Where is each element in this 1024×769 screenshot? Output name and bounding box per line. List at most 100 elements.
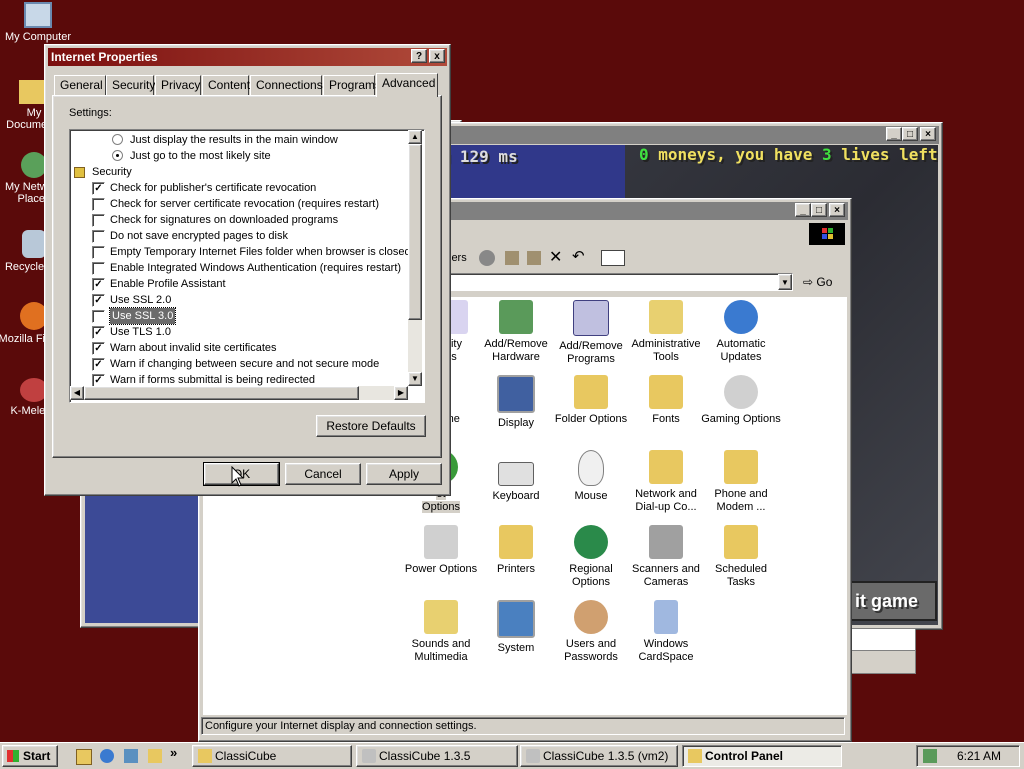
horizontal-scrollbar[interactable]: ◀ ▶: [70, 386, 408, 400]
scroll-right-button[interactable]: ▶: [394, 386, 408, 400]
undo-icon[interactable]: ↶: [572, 247, 585, 265]
close-button[interactable]: ×: [920, 127, 936, 141]
restore-defaults-button[interactable]: Restore Defaults: [316, 415, 426, 437]
cp-item-scanners-cameras[interactable]: Scanners and Cameras: [625, 525, 707, 589]
tab-privacy[interactable]: Privacy: [155, 75, 201, 95]
tab-general[interactable]: General: [54, 75, 106, 95]
scroll-left-button[interactable]: ◀: [70, 386, 84, 400]
quit-game-button[interactable]: it game: [845, 581, 937, 621]
cp-item-mouse[interactable]: Mouse: [550, 450, 632, 503]
go-button[interactable]: ⇨ Go: [803, 273, 843, 291]
cp-item-keyboard[interactable]: Keyboard: [475, 450, 557, 503]
checkbox[interactable]: ✓: [92, 326, 105, 339]
windows-media-icon[interactable]: [148, 749, 162, 763]
cp-item-network[interactable]: Network and Dial-up Co...: [625, 450, 707, 514]
internet-properties-dialog[interactable]: Internet Properties ? x General Security…: [44, 44, 451, 496]
copy-to-icon[interactable]: [527, 251, 541, 265]
address-input[interactable]: ▼: [449, 273, 793, 291]
cp-item-fonts[interactable]: Fonts: [625, 375, 707, 426]
task-classicube[interactable]: ClassiCube: [192, 745, 352, 767]
cp-item-gaming-options[interactable]: Gaming Options: [700, 375, 782, 426]
clock[interactable]: 6:21 AM: [957, 749, 1001, 763]
settings-row[interactable]: ✓ Use TLS 1.0: [72, 324, 408, 340]
radio-button[interactable]: [112, 150, 123, 161]
cp-item-add-remove-programs[interactable]: Add/Remove Programs: [550, 300, 632, 366]
close-button[interactable]: ×: [829, 203, 845, 217]
settings-row[interactable]: ✓ Check for publisher's certificate revoc…: [72, 180, 408, 196]
settings-row[interactable]: Do not save encrypted pages to disk: [72, 228, 408, 244]
apply-button[interactable]: Apply: [366, 463, 442, 485]
delete-icon[interactable]: ✕: [549, 247, 562, 267]
network-tray-icon[interactable]: [923, 749, 937, 763]
settings-row[interactable]: ✓ Warn if changing between secure and not…: [72, 356, 408, 372]
tab-security[interactable]: Security: [106, 75, 155, 95]
tab-connections[interactable]: Connections: [250, 75, 323, 95]
game-resize-grip[interactable]: [848, 650, 916, 674]
task-classicube-135[interactable]: ClassiCube 1.3.5: [356, 745, 518, 767]
cp-item-regional-options[interactable]: Regional Options: [550, 525, 632, 589]
checkbox[interactable]: ✓: [92, 294, 105, 307]
checkbox[interactable]: ✓: [92, 374, 105, 386]
cp-item-power-options[interactable]: Power Options: [400, 525, 482, 576]
cp-item-phone-modem[interactable]: Phone and Modem ...: [700, 450, 782, 514]
close-button[interactable]: x: [429, 49, 445, 63]
task-classicube-vm2[interactable]: ClassiCube 1.3.5 (vm2): [520, 745, 678, 767]
cp-item-windows-cardspace[interactable]: Windows CardSpace: [625, 600, 707, 664]
quick-launch-chevron[interactable]: »: [170, 745, 177, 760]
radio-button[interactable]: [112, 134, 123, 145]
checkbox[interactable]: ✓: [92, 182, 105, 195]
settings-row[interactable]: Use SSL 3.0: [72, 307, 408, 325]
checkbox[interactable]: [92, 230, 105, 243]
vertical-scrollbar[interactable]: ▲ ▼: [408, 130, 422, 386]
settings-row[interactable]: ✓ Enable Profile Assistant: [72, 276, 408, 292]
checkbox[interactable]: ✓: [92, 358, 105, 371]
tab-advanced[interactable]: Advanced: [376, 73, 438, 97]
minimize-button[interactable]: _: [886, 127, 902, 141]
help-button[interactable]: ?: [411, 49, 427, 63]
checkbox[interactable]: [92, 214, 105, 227]
scroll-hthumb[interactable]: [84, 386, 359, 400]
game-input-bar[interactable]: [848, 628, 916, 652]
scroll-up-button[interactable]: ▲: [408, 130, 422, 144]
move-to-icon[interactable]: [505, 251, 519, 265]
settings-row[interactable]: ✓ Warn about invalid site certificates: [72, 340, 408, 356]
cp-item-automatic-updates[interactable]: Automatic Updates: [700, 300, 782, 364]
cp-item-printers[interactable]: Printers: [475, 525, 557, 576]
desktop-icon-my-computer[interactable]: My Computer: [2, 2, 74, 43]
settings-row[interactable]: Just go to the most likely site: [72, 148, 408, 164]
cp-item-administrative-tools[interactable]: Administrative Tools: [625, 300, 707, 364]
dialog-titlebar[interactable]: Internet Properties: [48, 48, 447, 66]
scroll-down-button[interactable]: ▼: [408, 372, 422, 386]
settings-row[interactable]: Just display the results in the main win…: [72, 132, 408, 148]
cp-item-display[interactable]: Display: [475, 375, 557, 430]
cancel-button[interactable]: Cancel: [285, 463, 361, 485]
minimize-button[interactable]: _: [795, 203, 811, 217]
maximize-button[interactable]: □: [902, 127, 918, 141]
checkbox[interactable]: [92, 198, 105, 211]
cp-item-add-remove-hardware[interactable]: Add/Remove Hardware: [475, 300, 557, 364]
tab-content[interactable]: Content: [202, 75, 250, 95]
settings-row[interactable]: Empty Temporary Internet Files folder wh…: [72, 244, 408, 260]
settings-row[interactable]: Check for signatures on downloaded progr…: [72, 212, 408, 228]
cp-item-sounds-multimedia[interactable]: Sounds and Multimedia: [400, 600, 482, 664]
start-button[interactable]: Start: [2, 745, 58, 767]
settings-row[interactable]: Enable Integrated Windows Authentication…: [72, 260, 408, 276]
settings-row[interactable]: ✓ Warn if forms submittal is being redire…: [72, 372, 408, 386]
tab-programs[interactable]: Programs: [323, 75, 381, 95]
checkbox[interactable]: [92, 310, 105, 323]
checkbox[interactable]: [92, 246, 105, 259]
settings-row[interactable]: Check for server certificate revocation …: [72, 196, 408, 212]
outlook-express-icon[interactable]: [124, 749, 138, 763]
settings-row[interactable]: ✓ Use SSL 2.0: [72, 292, 408, 308]
cp-item-scheduled-tasks[interactable]: Scheduled Tasks: [700, 525, 782, 589]
views-icon[interactable]: [601, 250, 625, 266]
checkbox[interactable]: [92, 262, 105, 275]
scroll-thumb[interactable]: [408, 144, 422, 320]
settings-list[interactable]: Just display the results in the main win…: [69, 129, 425, 403]
toolbar-folders-label[interactable]: lers: [449, 252, 467, 264]
checkbox[interactable]: ✓: [92, 342, 105, 355]
internet-explorer-icon[interactable]: [100, 749, 114, 763]
maximize-button[interactable]: □: [811, 203, 827, 217]
show-desktop-icon[interactable]: [76, 749, 92, 765]
checkbox[interactable]: ✓: [92, 278, 105, 291]
